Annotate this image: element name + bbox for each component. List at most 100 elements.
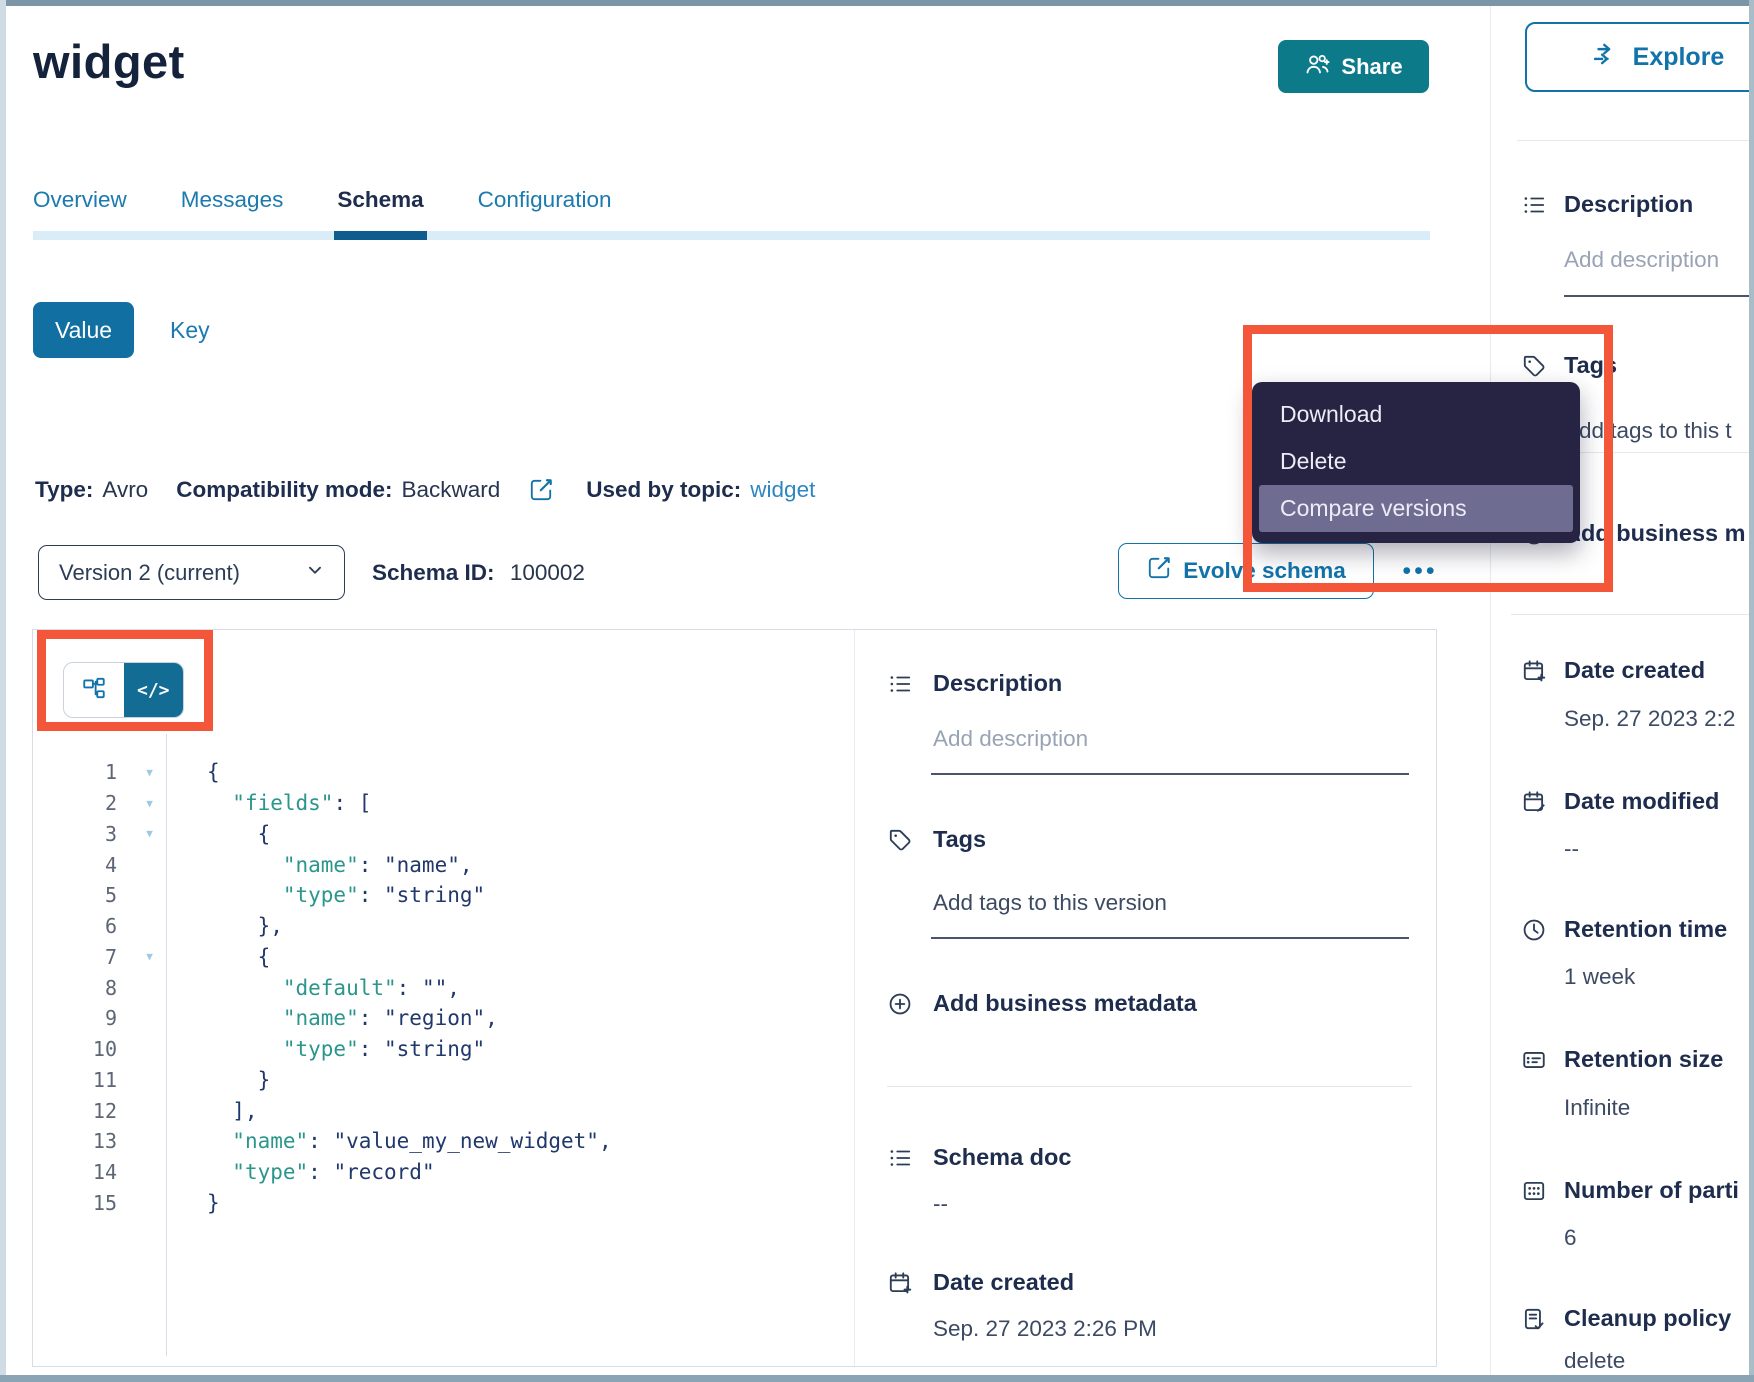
code-text: ],: [207, 1098, 258, 1123]
d-section-schema-doc-heading: Schema doc: [887, 1144, 1071, 1171]
tab-configuration[interactable]: Configuration: [478, 187, 612, 213]
fold-arrow-icon[interactable]: ▼: [133, 827, 166, 840]
d-section-tags-value[interactable]: Add tags to this version: [933, 890, 1167, 916]
tab-schema[interactable]: Schema: [334, 187, 427, 240]
code-line: 2 ▼ "fields": [: [33, 788, 853, 819]
tag-icon: [887, 827, 913, 853]
list-icon: [1521, 192, 1547, 218]
clock-icon: [1521, 917, 1547, 943]
line-number: 5: [104, 883, 117, 908]
sb-section-description-heading: Description: [1521, 191, 1693, 218]
used-by-topic-link[interactable]: widget: [750, 477, 815, 503]
menu-item-delete[interactable]: Delete: [1252, 438, 1580, 485]
d-section-description-heading: Description: [887, 670, 1062, 697]
fold-arrow-icon[interactable]: ▼: [133, 797, 166, 810]
d-section-schema-doc-label: Schema doc: [933, 1144, 1072, 1170]
code-text: }: [207, 1067, 271, 1092]
sb-section-retention-size-heading: Retention size: [1521, 1046, 1723, 1073]
d-section-business-heading[interactable]: Add business metadata: [887, 990, 1197, 1017]
sb-section-tags-heading: Tags: [1521, 352, 1617, 379]
d-input-underline: [931, 773, 1409, 775]
code-line: 13 "name": "value_my_new_widget",: [33, 1126, 853, 1157]
line-number: 12: [92, 1098, 117, 1123]
subtab-key[interactable]: Key: [170, 302, 210, 358]
overflow-context-menu: Download Delete Compare versions: [1252, 382, 1580, 543]
sb-section-retention-time-label: Retention time: [1564, 916, 1728, 942]
d-section-date-created-heading: Date created: [887, 1269, 1074, 1296]
sb-section-tags-value[interactable]: Add tags to this t: [1564, 418, 1732, 444]
compatibility-value: Backward: [401, 477, 501, 502]
line-number: 14: [92, 1160, 117, 1185]
explore-button-label: Explore: [1632, 42, 1725, 71]
tab-messages[interactable]: Messages: [181, 187, 284, 213]
line-number: 3: [104, 821, 117, 846]
menu-item-download[interactable]: Download: [1252, 391, 1580, 438]
sb-section-date-modified-heading: Date modified: [1521, 788, 1719, 815]
sidebar-top-divider: [1517, 140, 1754, 141]
sb-section-retention-size-label: Retention size: [1564, 1046, 1724, 1072]
tab-overview[interactable]: Overview: [33, 187, 127, 213]
fold-arrow-icon[interactable]: ▼: [133, 950, 166, 963]
code-text: "name": "value_my_new_widget",: [232, 1129, 612, 1154]
tree-view-button[interactable]: [64, 663, 124, 717]
schema-code-editor[interactable]: 1 ▼{2 ▼ "fields": [3 ▼ {4 "name": "name", 5 …: [33, 757, 853, 1218]
code-text: "type": "string": [282, 883, 486, 908]
sb-section-date-created-value: Sep. 27 2023 2:2: [1564, 706, 1736, 731]
window-border-top: [0, 0, 1754, 6]
sb-section-tags-label: Tags: [1564, 352, 1618, 378]
edit-compatibility-icon[interactable]: [528, 477, 554, 503]
line-number: 6: [104, 914, 117, 939]
sb-section-date-created-heading: Date created: [1521, 657, 1705, 684]
code-text: {: [207, 944, 271, 969]
line-number: 7: [104, 944, 117, 969]
sb-input-underline: [1564, 295, 1754, 297]
share-button[interactable]: Share: [1278, 40, 1429, 93]
schema-id: Schema ID: 100002: [372, 545, 585, 600]
type-value: Avro: [102, 477, 149, 502]
line-number: 9: [104, 1006, 117, 1031]
version-dropdown[interactable]: Version 2 (current): [38, 545, 345, 600]
d-section-schema-doc-value: --: [933, 1191, 948, 1216]
card-icon: [1521, 1047, 1547, 1073]
schema-meta-row: Type: Avro Compatibility mode: Backward …: [35, 477, 815, 503]
menu-item-compare-versions[interactable]: Compare versions: [1259, 485, 1573, 532]
code-line: 11 }: [33, 1065, 853, 1096]
d-section-tags-label: Tags: [933, 826, 987, 852]
line-number: 4: [104, 852, 117, 877]
explore-button[interactable]: Explore: [1525, 22, 1754, 92]
fold-arrow-icon[interactable]: ▼: [133, 766, 166, 779]
list-icon: [887, 1145, 913, 1171]
code-line: 7 ▼ {: [33, 942, 853, 973]
tree-diagram-icon: [81, 675, 107, 706]
schema-id-value: 100002: [509, 560, 585, 585]
explore-arrows-icon: [1592, 41, 1618, 74]
topic-schema-page: widget Share Overview Messages Schema Confi…: [0, 0, 1754, 1382]
sb-section-date-created-label: Date created: [1564, 657, 1706, 683]
sb-section-divider: [1511, 614, 1754, 615]
code-line: 5 "type": "string": [33, 880, 853, 911]
code-line: 15}: [33, 1188, 853, 1219]
sb-section-cleanup-value: delete: [1564, 1348, 1626, 1373]
sb-section-description-placeholder[interactable]: Add description: [1564, 247, 1719, 273]
d-section-description-label: Description: [933, 670, 1063, 696]
more-actions-button[interactable]: •••: [1394, 543, 1446, 599]
evolve-schema-label: Evolve schema: [1183, 558, 1346, 583]
d-section-description-placeholder[interactable]: Add description: [933, 726, 1088, 752]
edit-schema-icon: [1146, 555, 1172, 587]
subtab-value[interactable]: Value: [33, 302, 134, 358]
tab-underline-track: [33, 231, 1430, 240]
line-number: 10: [92, 1037, 117, 1062]
sb-section-date-modified-value: --: [1564, 836, 1579, 861]
evolve-schema-button[interactable]: Evolve schema: [1118, 543, 1374, 599]
code-line: 12 ],: [33, 1095, 853, 1126]
code-line: 10 "type": "string": [33, 1034, 853, 1065]
code-line: 6 },: [33, 911, 853, 942]
details-section-divider: [887, 1086, 1412, 1087]
sb-section-retention-time-value: 1 week: [1564, 964, 1636, 989]
line-number: 1: [104, 760, 117, 785]
window-border-bottom: [0, 1375, 1754, 1382]
code-text: "default": "",: [282, 975, 460, 1000]
plus-circle-icon: [887, 991, 913, 1017]
line-number: 15: [92, 1190, 117, 1215]
code-view-button[interactable]: </>: [123, 663, 183, 717]
